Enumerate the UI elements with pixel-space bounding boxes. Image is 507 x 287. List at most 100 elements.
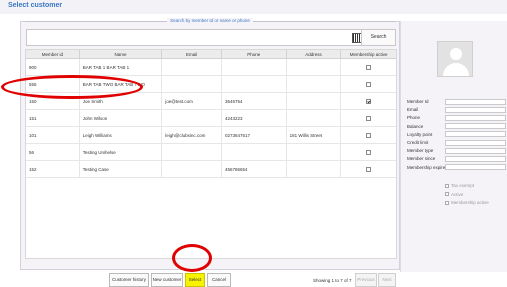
table-header: Member id Name Email Phone Address Membe… [26, 50, 396, 59]
table-row[interactable]: 151 John Wilson 4243223 [26, 110, 396, 127]
search-panel: Search by member Id or name or phone Sea… [20, 18, 400, 287]
detail-checkbox-label: Tax exempt [451, 183, 475, 188]
membership-active-checkbox[interactable] [366, 99, 372, 105]
phone-cell [222, 76, 287, 92]
detail-checkbox-row: Active [445, 192, 463, 197]
detail-checkbox[interactable] [445, 200, 449, 205]
detail-field [445, 123, 506, 130]
membership-active-checkbox[interactable] [366, 150, 372, 156]
column-header-email[interactable]: Email [162, 50, 222, 58]
membership-active-cell [341, 127, 396, 143]
email-cell [162, 161, 222, 177]
name-cell: BAR TAB 1 BAR TAB 1 [80, 59, 163, 75]
email-cell [162, 144, 222, 160]
detail-label: Credit limit [407, 140, 429, 145]
detail-label: Member since [407, 156, 436, 162]
membership-active-cell [341, 110, 396, 126]
detail-label: Membership expire [407, 164, 446, 170]
table-row[interactable]: 101 Leigh Williams leigh@clubsinc.com 02736… [26, 127, 396, 144]
address-cell [287, 110, 342, 126]
phone-cell [222, 144, 287, 160]
member-id-cell: 151 [26, 110, 80, 126]
membership-active-checkbox[interactable] [366, 116, 372, 122]
column-header-phone[interactable]: Phone [222, 50, 287, 58]
detail-field [445, 106, 506, 113]
column-header-address[interactable]: Address [287, 50, 342, 58]
detail-checkbox-row: Tax exempt [445, 183, 474, 188]
email-cell: joe@test.com [162, 93, 222, 109]
email-cell [162, 76, 222, 92]
address-cell [287, 93, 342, 109]
detail-checkbox-label: Membership active [451, 200, 489, 205]
membership-active-cell [341, 59, 396, 75]
membership-active-cell [341, 161, 396, 177]
highlight-oval-row [1, 75, 143, 99]
name-cell: Leigh Williams [80, 127, 163, 143]
phone-cell: 0273647617 [222, 127, 287, 143]
select-button[interactable]: Select [185, 273, 205, 287]
avatar-placeholder-icon [437, 41, 473, 77]
membership-active-checkbox[interactable] [366, 167, 372, 173]
table-row[interactable]: 152 Testing Case 456786654 [26, 161, 396, 178]
detail-field [445, 114, 506, 121]
address-cell: 181 Willis Street [287, 127, 342, 143]
name-cell: John Wilson [80, 110, 163, 126]
membership-active-checkbox[interactable] [366, 133, 372, 139]
title-bar: Select customer [0, 0, 507, 14]
email-cell: leigh@clubsinc.com [162, 127, 222, 143]
address-cell [287, 76, 342, 92]
member-id-cell: 152 [26, 161, 80, 177]
customer-details-panel: Member Id Email Phone Balance Loyalty point C… [400, 21, 507, 272]
column-header-membership-active[interactable]: Membership active [341, 50, 396, 58]
detail-checkbox-label: Active [451, 191, 464, 197]
detail-label: Member Id [407, 99, 429, 104]
email-cell [162, 59, 222, 75]
address-cell [287, 161, 342, 177]
detail-field [445, 164, 506, 171]
column-header-name[interactable]: Name [80, 50, 163, 58]
phone-cell [222, 59, 287, 75]
membership-active-checkbox[interactable] [366, 65, 372, 71]
email-cell [162, 110, 222, 126]
membership-active-cell [341, 76, 396, 92]
member-id-cell: 900 [26, 59, 80, 75]
cancel-button[interactable]: Cancel [207, 273, 231, 287]
phone-cell: 4243223 [222, 110, 287, 126]
detail-field [445, 98, 506, 105]
address-cell [287, 59, 342, 75]
detail-checkbox[interactable] [445, 192, 449, 197]
detail-checkbox[interactable] [445, 183, 449, 188]
membership-active-cell [341, 93, 396, 109]
search-button[interactable]: Search [361, 29, 396, 46]
detail-label: Member type [407, 148, 434, 154]
detail-label: Email [407, 107, 419, 113]
paging-info: Showing 1 to 7 of 7 [313, 278, 352, 283]
address-cell [287, 144, 342, 160]
detail-label: Loyalty point [407, 131, 433, 137]
name-cell: Testing Unihelse [80, 144, 163, 160]
previous-button[interactable]: Previous [355, 273, 377, 287]
detail-field [445, 139, 506, 146]
new-customer-button[interactable]: New customer [151, 273, 183, 287]
table-row[interactable]: 900 BAR TAB 1 BAR TAB 1 [26, 59, 396, 76]
column-header-member-id[interactable]: Member id [26, 50, 80, 58]
member-id-cell: 101 [26, 127, 80, 143]
search-input[interactable] [26, 29, 378, 46]
membership-active-cell [341, 144, 396, 160]
detail-field [445, 131, 506, 138]
phone-cell: 3646754 [222, 93, 287, 109]
table-row[interactable]: 56 Testing Unihelse [26, 144, 396, 161]
membership-active-checkbox[interactable] [366, 82, 372, 88]
name-cell: Testing Case [80, 161, 163, 177]
search-legend: Search by member Id or name or phone [21, 18, 399, 23]
search-legend-text: Search by member Id or name or phone [167, 18, 253, 23]
highlight-oval-select [172, 244, 212, 272]
detail-checkbox-row: Membership active [445, 200, 489, 205]
next-button[interactable]: Next [378, 273, 396, 287]
member-id-cell: 56 [26, 144, 80, 160]
detail-field [445, 147, 506, 154]
detail-field [445, 155, 506, 162]
window-title: Select customer [8, 2, 63, 9]
detail-label: Balance [407, 123, 424, 129]
customer-history-button[interactable]: Customer history [109, 273, 149, 287]
